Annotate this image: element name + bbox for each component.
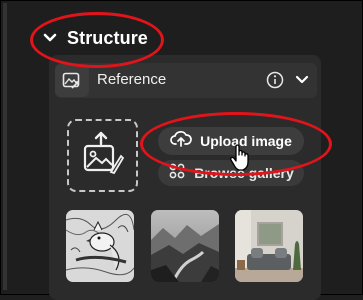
- cloud-upload-icon: [170, 130, 192, 152]
- chevron-down-icon: [40, 28, 60, 48]
- reference-image-icon: [55, 64, 89, 97]
- collapse-chevron-icon[interactable]: [294, 73, 310, 87]
- hand-cursor-icon: [229, 144, 251, 172]
- structure-section-header[interactable]: Structure: [40, 18, 148, 58]
- gallery-icon: [168, 163, 186, 184]
- section-title: Structure: [67, 27, 148, 48]
- living-room-thumbnail[interactable]: [235, 210, 303, 282]
- reference-label: Reference: [97, 71, 167, 88]
- info-icon[interactable]: [266, 71, 284, 89]
- scrollbar[interactable]: [3, 3, 7, 290]
- image-upload-icon: [81, 130, 125, 181]
- bird-sketch-thumbnail[interactable]: [66, 210, 134, 282]
- upload-drop-zone[interactable]: [67, 119, 138, 192]
- misty-valley-thumbnail[interactable]: [151, 210, 219, 282]
